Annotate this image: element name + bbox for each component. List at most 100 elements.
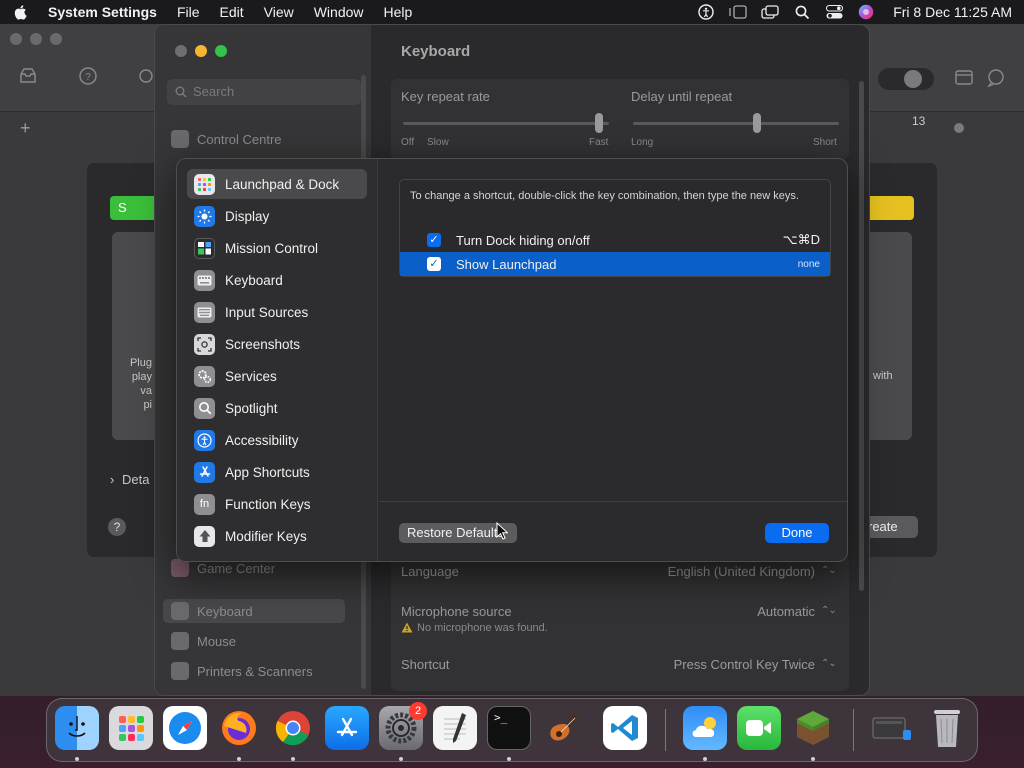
sidebar-item-mouse[interactable]: Mouse — [171, 629, 236, 653]
settings-partial-icon[interactable] — [136, 66, 154, 86]
close-button[interactable] — [175, 45, 187, 57]
help-circle-icon[interactable]: ? — [78, 66, 98, 86]
shortcut-checkbox[interactable]: ✓ — [427, 233, 441, 247]
screen-mirroring-icon[interactable] — [761, 3, 779, 21]
language-label: Language — [401, 564, 459, 579]
shortcut-row-turn-dock-hiding[interactable]: ✓ Turn Dock hiding on/off ⌥⌘D — [400, 228, 830, 252]
ruler-marker[interactable] — [954, 123, 964, 133]
chat-bubble-icon[interactable] — [986, 68, 1006, 88]
trash-icon[interactable] — [925, 706, 969, 750]
app-name-menu[interactable]: System Settings — [48, 4, 157, 20]
window-icon[interactable] — [954, 68, 974, 88]
background-zoom-button[interactable] — [50, 33, 62, 45]
shortcut-checkbox[interactable]: ✓ — [427, 257, 441, 271]
menu-edit[interactable]: Edit — [220, 4, 244, 20]
category-screenshots[interactable]: Screenshots — [187, 329, 367, 359]
terminal-icon[interactable]: >_ — [487, 706, 531, 750]
minimize-button[interactable] — [195, 45, 207, 57]
system-settings-dock-icon[interactable]: 2 — [379, 702, 427, 750]
sidebar-item-label: Printers & Scanners — [197, 663, 313, 679]
menu-file[interactable]: File — [177, 4, 200, 20]
screenshot-preview-icon[interactable] — [869, 706, 913, 750]
accessibility-status-icon[interactable] — [697, 3, 715, 21]
category-spotlight[interactable]: Spotlight — [187, 393, 367, 423]
menu-help[interactable]: Help — [384, 4, 413, 20]
spotlight-search-icon[interactable] — [793, 3, 811, 21]
background-green-button[interactable]: S — [110, 196, 158, 220]
key-repeat-rate-slider[interactable] — [594, 113, 603, 133]
sidebar-item-printers-scanners[interactable]: Printers & Scanners — [171, 659, 313, 683]
sidebar-item-keyboard[interactable]: Keyboard — [163, 599, 345, 623]
category-accessibility[interactable]: Accessibility — [187, 425, 367, 455]
content-scrollbar[interactable] — [859, 81, 864, 591]
dock-separator-2 — [853, 709, 854, 751]
category-launchpad-dock[interactable]: Launchpad & Dock — [187, 169, 367, 199]
launchpad-dock-icon[interactable] — [109, 706, 153, 750]
category-display[interactable]: Display — [187, 201, 367, 231]
category-input-sources[interactable]: Input Sources — [187, 297, 367, 327]
shortcut-detail-pane: To change a shortcut, double-click the k… — [379, 159, 847, 561]
stage-manager-icon[interactable] — [729, 3, 747, 21]
minecraft-icon[interactable] — [791, 706, 835, 750]
shortcut-key-combo[interactable]: ⌥⌘D — [783, 232, 820, 248]
svg-text:?: ? — [85, 72, 91, 83]
language-value[interactable]: English (United Kingdom) — [625, 564, 815, 579]
tray-icon[interactable] — [18, 66, 38, 86]
control-centre-icon[interactable] — [825, 3, 843, 21]
sidebar-item-label: Control Centre — [197, 131, 282, 147]
background-create-button[interactable]: reate — [862, 516, 918, 538]
category-mission-control[interactable]: Mission Control — [187, 233, 367, 263]
done-button[interactable]: Done — [765, 523, 829, 543]
category-services[interactable]: Services — [187, 361, 367, 391]
zoom-button[interactable] — [215, 45, 227, 57]
chevron-right-icon: › — [110, 472, 115, 487]
background-help-button[interactable]: ? — [108, 518, 126, 536]
app-store-dock-icon[interactable] — [325, 706, 369, 750]
background-add-icon[interactable]: + — [20, 118, 31, 139]
shortcut-label: Turn Dock hiding on/off — [456, 232, 590, 248]
garageband-icon[interactable] — [541, 706, 585, 750]
language-stepper-icon[interactable]: ⌃⌄ — [821, 565, 837, 576]
category-function-keys[interactable]: fn Function Keys — [187, 489, 367, 519]
finder-icon[interactable] — [55, 706, 99, 750]
background-minimize-button[interactable] — [30, 33, 42, 45]
sidebar-item-control-centre[interactable]: Control Centre — [171, 127, 282, 151]
finder-running-dot — [75, 757, 79, 761]
background-toggle[interactable] — [878, 68, 934, 90]
facetime-icon[interactable] — [737, 706, 781, 750]
gear-icon — [194, 365, 215, 387]
vscode-icon[interactable] — [603, 706, 647, 750]
category-label: Modifier Keys — [225, 528, 307, 544]
category-app-shortcuts[interactable]: App Shortcuts — [187, 457, 367, 487]
category-modifier-keys[interactable]: Modifier Keys — [187, 521, 367, 551]
settings-search-input[interactable]: Search — [167, 79, 361, 105]
textedit-icon[interactable] — [433, 706, 477, 750]
page-title: Keyboard — [401, 43, 471, 60]
siri-icon[interactable] — [857, 3, 875, 21]
background-close-button[interactable] — [10, 33, 22, 45]
chrome-icon[interactable] — [271, 706, 315, 750]
shortcut-key-combo[interactable]: none — [798, 259, 820, 270]
shortcut-categories-list: Launchpad & Dock Display Mission Control… — [177, 159, 378, 561]
menu-window[interactable]: Window — [314, 4, 364, 20]
shortcut-row-show-launchpad[interactable]: ✓ Show Launchpad none — [400, 252, 830, 276]
shortcut-stepper-icon[interactable]: ⌃⌄ — [821, 658, 837, 669]
mission-control-icon — [194, 237, 215, 259]
firefox-icon[interactable] — [217, 706, 261, 750]
sheet-footer: Restore Defaults Done — [379, 501, 847, 561]
menu-view[interactable]: View — [264, 4, 294, 20]
safari-icon[interactable] — [163, 706, 207, 750]
background-yellow-button[interactable] — [866, 196, 914, 220]
apple-logo-icon[interactable] — [12, 3, 30, 21]
shortcut-label: Shortcut — [401, 657, 450, 672]
weather-icon[interactable] — [683, 706, 727, 750]
menubar-clock[interactable]: Fri 8 Dec 11:25 AM — [893, 4, 1012, 20]
microphone-source-value[interactable]: Automatic — [695, 604, 815, 619]
microphone-stepper-icon[interactable]: ⌃⌄ — [821, 605, 837, 616]
category-label: Mission Control — [225, 240, 319, 256]
category-keyboard[interactable]: Keyboard — [187, 265, 367, 295]
ruler-number: 13 — [912, 114, 926, 128]
delay-until-repeat-slider[interactable] — [752, 113, 761, 133]
shortcut-value[interactable]: Press Control Key Twice — [625, 657, 815, 672]
background-details-toggle[interactable]: › Deta — [110, 472, 149, 487]
